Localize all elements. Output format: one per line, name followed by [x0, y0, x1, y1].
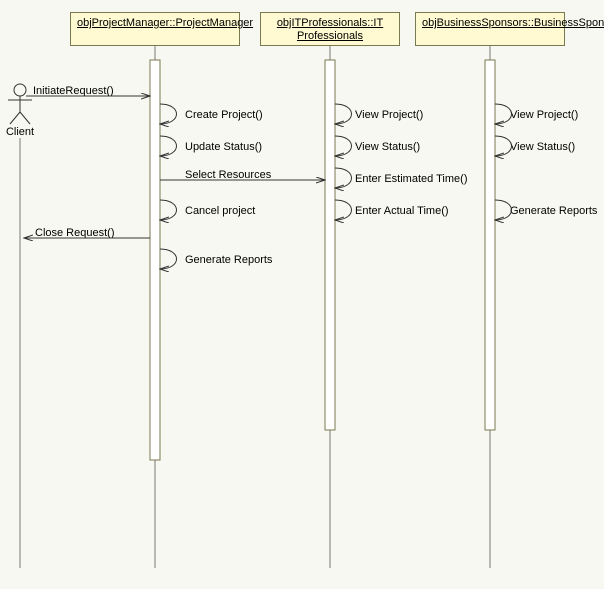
arrow-view-status-bs	[495, 136, 512, 156]
arrow-view-project-bs	[495, 104, 512, 124]
arrow-view-status-it	[335, 136, 352, 156]
activation-bs	[485, 60, 495, 430]
actor-client-icon	[8, 84, 32, 124]
arrow-actual-time	[335, 200, 352, 220]
arrow-est-time	[335, 168, 352, 188]
arrow-create-project	[160, 104, 177, 124]
activation-itp	[325, 60, 335, 430]
arrow-update-status	[160, 136, 177, 156]
sequence-diagram-canvas	[0, 0, 604, 589]
activation-pm	[150, 60, 160, 460]
arrow-view-project-it	[335, 104, 352, 124]
arrow-cancel-project	[160, 200, 177, 220]
arrow-bs-reports	[495, 200, 512, 220]
arrow-pm-reports	[160, 249, 177, 269]
